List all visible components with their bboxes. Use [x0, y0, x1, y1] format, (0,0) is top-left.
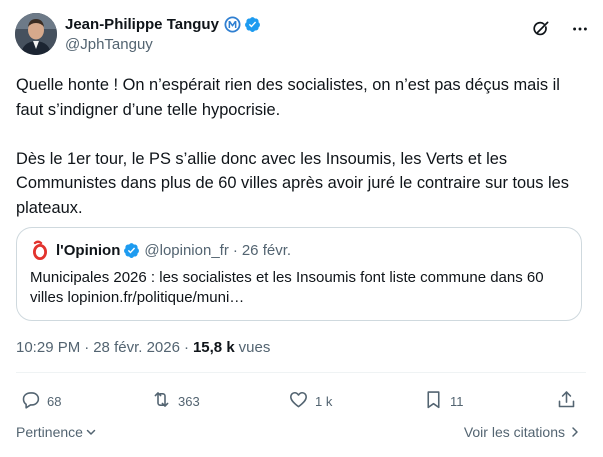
author-display-name[interactable]: Jean-Philippe Tanguy	[65, 16, 219, 33]
divider	[16, 372, 586, 373]
quoted-tweet[interactable]: l'Opinion @lopinion_fr · 26 févr. Munici…	[16, 227, 582, 321]
opinion-logo-icon	[30, 240, 50, 260]
repost-count: 363	[178, 393, 200, 409]
share-icon	[556, 389, 577, 413]
views-count: 15,8 k	[192, 339, 235, 356]
views-label: vues	[238, 339, 271, 356]
avatar[interactable]	[15, 13, 57, 55]
affiliation-badge-icon[interactable]	[224, 16, 241, 33]
tweet-date[interactable]: 28 févr. 2026	[93, 339, 180, 356]
chevron-right-icon	[570, 426, 580, 438]
bookmark-button[interactable]: 11	[423, 387, 464, 415]
reply-button[interactable]: 68	[20, 387, 61, 415]
repost-icon	[151, 389, 172, 413]
quote-display-name[interactable]: l'Opinion	[56, 242, 120, 259]
more-icon[interactable]	[570, 19, 590, 39]
quote-date[interactable]: 26 févr.	[242, 242, 291, 259]
relevance-label: Pertinence	[16, 424, 83, 440]
chevron-down-icon	[85, 426, 97, 438]
relevance-sort[interactable]: Pertinence	[16, 424, 97, 440]
quote-handle[interactable]: @lopinion_fr	[144, 242, 228, 259]
share-button[interactable]	[556, 387, 577, 415]
bookmark-icon	[423, 389, 444, 413]
tweet-text: Quelle honte ! On n’espérait rien des so…	[16, 76, 569, 217]
reply-icon	[20, 389, 41, 413]
view-quotes-label: Voir les citations	[463, 424, 565, 440]
view-quotes-link[interactable]: Voir les citations	[464, 424, 580, 440]
grok-icon[interactable]	[530, 19, 550, 39]
action-bar: 68 363 1 k 11	[20, 387, 580, 415]
verified-badge-icon	[123, 242, 140, 259]
tweet-header: Jean-Philippe Tanguy @JphTanguy	[15, 11, 590, 59]
repost-button[interactable]: 363	[151, 387, 200, 415]
meta-separator: ·	[183, 339, 189, 356]
tweet-meta: 10:29 PM · 28 févr. 2026 · 15,8 k vues	[16, 339, 270, 356]
like-icon	[288, 389, 309, 413]
tweet-time[interactable]: 10:29 PM	[16, 339, 80, 356]
meta-separator: ·	[84, 339, 90, 356]
like-button[interactable]: 1 k	[288, 387, 332, 415]
quote-separator: ·	[232, 241, 238, 259]
verified-badge-icon	[244, 16, 261, 33]
quote-text: Municipales 2026 : les socialistes et le…	[30, 269, 544, 306]
bookmark-count: 11	[450, 393, 464, 409]
reply-count: 68	[47, 393, 62, 409]
author-handle[interactable]: @JphTanguy	[65, 36, 261, 53]
like-count: 1 k	[315, 393, 333, 409]
